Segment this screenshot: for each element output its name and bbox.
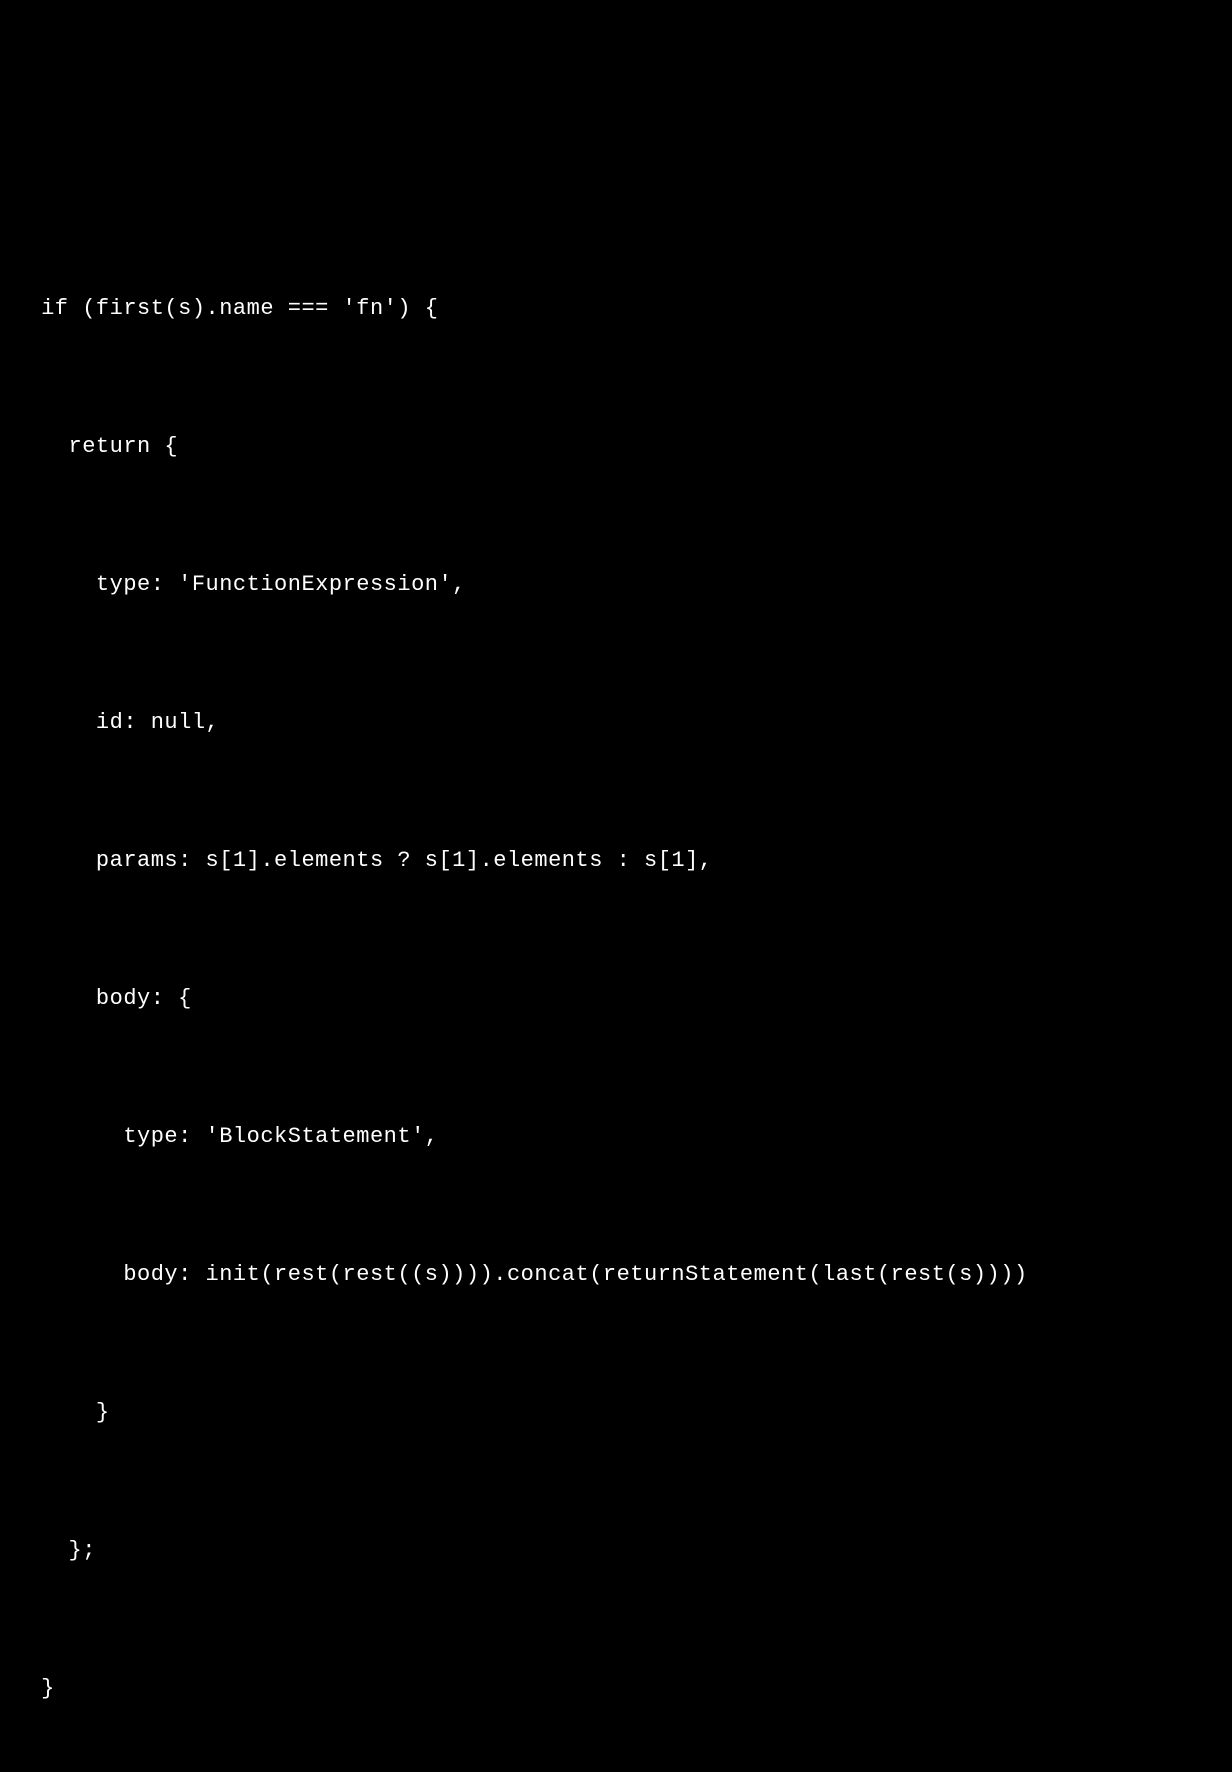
code-line: if (first(s).name === 'fn') { [0, 286, 1232, 332]
code-line: }; [0, 1528, 1232, 1574]
code-line: body: { [0, 976, 1232, 1022]
code-line: body: init(rest(rest((s)))).concat(retur… [0, 1252, 1232, 1298]
code-block: if (first(s).name === 'fn') { return { t… [0, 184, 1232, 1772]
code-line: type: 'BlockStatement', [0, 1114, 1232, 1160]
code-line: } [0, 1390, 1232, 1436]
code-line: params: s[1].elements ? s[1].elements : … [0, 838, 1232, 884]
code-line: return { [0, 424, 1232, 470]
code-line: type: 'FunctionExpression', [0, 562, 1232, 608]
code-line: id: null, [0, 700, 1232, 746]
code-line: } [0, 1666, 1232, 1712]
